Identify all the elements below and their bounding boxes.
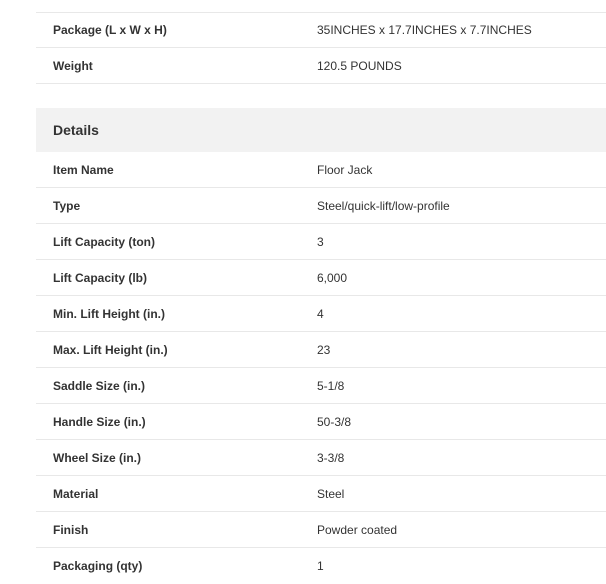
spec-row-lift-capacity-ton: Lift Capacity (ton) 3 — [36, 224, 606, 260]
spec-value: 50-3/8 — [317, 414, 352, 429]
spec-row-handle-size: Handle Size (in.) 50-3/8 — [36, 404, 606, 440]
spec-value: Powder coated — [317, 522, 398, 537]
spec-value: 4 — [317, 306, 324, 321]
spec-label: Max. Lift Height (in.) — [53, 342, 168, 357]
spec-row-min-lift-height: Min. Lift Height (in.) 4 — [36, 296, 606, 332]
spec-label: Lift Capacity (lb) — [53, 270, 148, 285]
spec-label: Saddle Size (in.) — [53, 378, 146, 393]
spec-value: 35INCHES x 17.7INCHES x 7.7INCHES — [317, 23, 532, 37]
spec-row-type: Type Steel/quick-lift/low-profile — [36, 188, 606, 224]
spec-value: 120.5 POUNDS — [317, 58, 402, 73]
spec-label: Item Name — [53, 162, 114, 177]
spec-row-saddle-size: Saddle Size (in.) 5-1/8 — [36, 368, 606, 404]
spec-value: Steel/quick-lift/low-profile — [317, 198, 450, 213]
spec-row-item-name: Item Name Floor Jack — [36, 152, 606, 188]
spec-value: 5-1/8 — [317, 378, 345, 393]
spec-row-lift-capacity-lb: Lift Capacity (lb) 6,000 — [36, 260, 606, 296]
spec-value: 6,000 — [317, 270, 348, 285]
spec-label: Wheel Size (in.) — [53, 450, 142, 465]
spec-label: Lift Capacity (ton) — [53, 234, 155, 249]
spec-value: Steel — [317, 486, 345, 501]
spec-row-material: Material Steel — [36, 476, 606, 512]
spec-label: Handle Size (in.) — [53, 414, 146, 429]
spec-label: Type — [53, 198, 81, 213]
spec-label: Material — [53, 486, 99, 501]
spec-value: Floor Jack — [317, 162, 373, 177]
spec-value: 3 — [317, 234, 324, 249]
details-section-header: Details — [36, 108, 606, 152]
spec-label: Finish — [53, 522, 89, 537]
section-title: Details — [53, 122, 99, 138]
spec-row-package-dimensions: Package (L x W x H) 35INCHES x 17.7INCHE… — [36, 12, 606, 48]
spec-page: { "package_section": { "rows": [ {"label… — [0, 0, 606, 579]
spec-label: Packaging (qty) — [53, 559, 143, 573]
spec-row-finish: Finish Powder coated — [36, 512, 606, 548]
spec-label: Package (L x W x H) — [53, 23, 167, 37]
spec-row-wheel-size: Wheel Size (in.) 3-3/8 — [36, 440, 606, 476]
spec-label: Min. Lift Height (in.) — [53, 306, 165, 321]
spec-row-weight: Weight 120.5 POUNDS — [36, 48, 606, 84]
spec-value: 3-3/8 — [317, 450, 345, 465]
spec-row-max-lift-height: Max. Lift Height (in.) 23 — [36, 332, 606, 368]
spec-label: Weight — [53, 58, 93, 73]
details-spec-table: Item Name Floor Jack Type Steel/quick-li… — [36, 152, 606, 584]
spec-value: 23 — [317, 342, 331, 357]
package-spec-table: Package (L x W x H) 35INCHES x 17.7INCHE… — [36, 12, 606, 84]
spec-value: 1 — [317, 559, 324, 573]
